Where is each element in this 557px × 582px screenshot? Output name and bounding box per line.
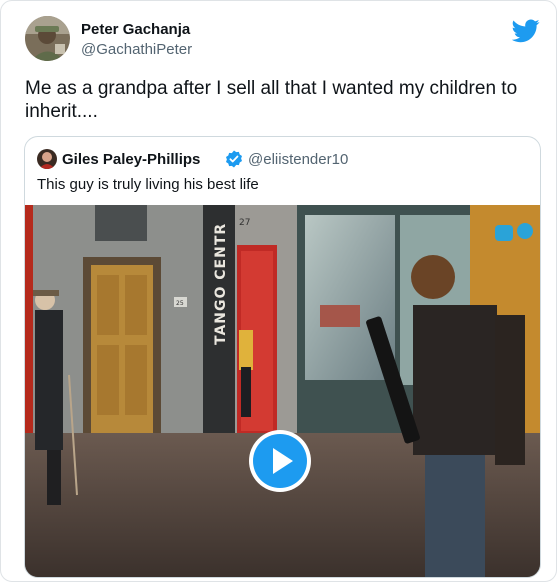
quoted-tweet-text: This guy is truly living his best life: [37, 176, 259, 193]
quoted-tweet[interactable]: Giles Paley-Phillips @eliistender10 This…: [24, 136, 541, 578]
door-number: 27: [239, 218, 250, 228]
play-icon[interactable]: [247, 428, 313, 494]
twitter-bird-icon[interactable]: [511, 19, 540, 43]
author-handle[interactable]: @GachathiPeter: [81, 41, 192, 58]
quoted-author-name[interactable]: Giles Paley-Phillips: [62, 151, 200, 168]
verified-badge-icon: [225, 150, 243, 168]
tweet-text: Me as a grandpa after I sell all that I …: [25, 78, 518, 122]
tango-centre-sign: TANGO CENTR: [213, 223, 229, 345]
tweet-card[interactable]: Peter Gachanja @GachathiPeter Me as a gr…: [0, 0, 557, 582]
quoted-author-handle[interactable]: @eliistender10: [248, 151, 348, 168]
author-avatar[interactable]: [25, 16, 70, 61]
video-player[interactable]: 25 TANGO CENTR 27: [25, 205, 540, 577]
author-name[interactable]: Peter Gachanja: [81, 21, 190, 38]
quoted-author-avatar[interactable]: [37, 149, 57, 169]
wall-plate-number: 25: [176, 300, 184, 307]
